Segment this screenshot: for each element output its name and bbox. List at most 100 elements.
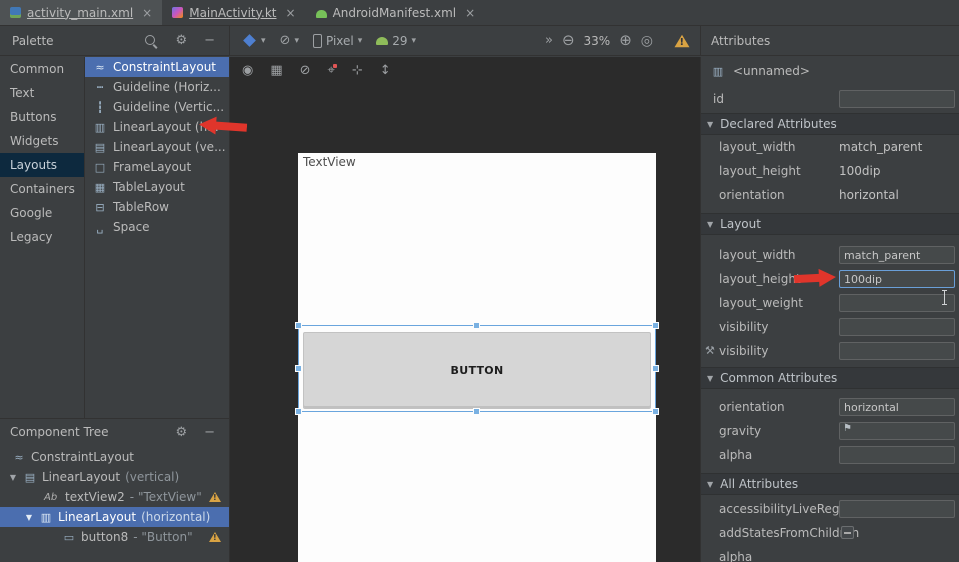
tab-androidmanifest-xml[interactable]: AndroidManifest.xml × xyxy=(306,0,486,25)
gear-icon[interactable]: ⚙ xyxy=(175,426,187,439)
alpha-input[interactable] xyxy=(839,446,955,464)
tree-item-button8[interactable]: ▭ button8 - "Button" xyxy=(0,527,229,547)
section-common-attributes[interactable]: ▼ Common Attributes xyxy=(701,367,959,389)
visibility-input[interactable] xyxy=(839,318,955,336)
attr-label: gravity xyxy=(719,419,761,443)
component-tree-header: Component Tree ⚙ − xyxy=(0,419,229,445)
selected-component-row: ▥ <unnamed> xyxy=(701,57,959,85)
design-canvas[interactable]: ◉ ▦ ⊘ ⌖ ⊹ ↕ TextView BUTTON xyxy=(230,57,700,562)
layout-weight-row: layout_weight xyxy=(701,291,959,315)
indeterminate-checkbox[interactable] xyxy=(841,526,854,539)
palette-item-constraintlayout[interactable]: ≈ ConstraintLayout xyxy=(85,57,229,77)
palette-item-guideline-horizontal[interactable]: ┅ Guideline (Horiz... xyxy=(85,77,229,97)
category-containers[interactable]: Containers xyxy=(0,177,84,201)
zoom-to-fit-icon[interactable]: ◎ xyxy=(641,34,653,48)
collapse-triangle-icon[interactable]: ▼ xyxy=(707,480,713,489)
palette-title: Palette xyxy=(12,34,54,48)
gear-icon[interactable]: ⚙ xyxy=(175,34,187,47)
resize-handle[interactable] xyxy=(473,408,480,415)
flag-icon[interactable]: ⚑ xyxy=(843,423,852,434)
search-icon[interactable] xyxy=(144,34,158,48)
tree-item-linearlayout-horizontal[interactable]: ▼ ▥ LinearLayout (horizontal) xyxy=(0,507,229,527)
category-layouts[interactable]: Layouts xyxy=(0,153,84,177)
tree-item-linearlayout-vertical[interactable]: ▼ ▤ LinearLayout (vertical) xyxy=(0,467,229,487)
canvas-textview[interactable]: TextView xyxy=(303,155,356,169)
palette-item-tablerow[interactable]: ⊟ TableRow xyxy=(85,197,229,217)
accessibility-live-region-input[interactable] xyxy=(839,500,955,518)
tree-item-constraintlayout[interactable]: ≈ ConstraintLayout xyxy=(0,447,229,467)
chevron-down-icon: ▾ xyxy=(412,36,417,46)
blueprint-icon[interactable]: ▦ xyxy=(270,64,282,77)
section-layout[interactable]: ▼ Layout xyxy=(701,213,959,235)
tab-activity-main-xml[interactable]: activity_main.xml × xyxy=(0,0,162,25)
selected-linearlayout[interactable]: BUTTON xyxy=(298,325,656,412)
resize-handle[interactable] xyxy=(652,365,659,372)
autoconnect-off-icon[interactable]: ⊘ xyxy=(300,64,311,77)
collapse-triangle-icon[interactable]: ▼ xyxy=(707,120,713,129)
category-legacy[interactable]: Legacy xyxy=(0,225,84,249)
tablelayout-icon: ▦ xyxy=(93,181,107,194)
close-icon[interactable]: × xyxy=(286,6,296,20)
collapse-triangle-icon[interactable]: ▼ xyxy=(707,374,713,383)
tree-item-suffix: - "Button" xyxy=(133,530,192,544)
id-input[interactable] xyxy=(839,90,955,108)
resize-handle[interactable] xyxy=(295,322,302,329)
tree-item-label: ConstraintLayout xyxy=(31,450,134,464)
section-title: Declared Attributes xyxy=(720,117,837,131)
layout-width-input[interactable] xyxy=(839,246,955,264)
resize-handle[interactable] xyxy=(652,408,659,415)
minimize-icon[interactable]: − xyxy=(204,426,215,439)
align-icon[interactable]: ⊹ xyxy=(352,64,363,77)
expand-arrow-icon[interactable]: ▼ xyxy=(24,513,34,522)
layout-file-icon xyxy=(10,7,21,18)
palette-item-tablelayout[interactable]: ▦ TableLayout xyxy=(85,177,229,197)
resize-handle[interactable] xyxy=(295,408,302,415)
device-screen[interactable]: TextView BUTTON xyxy=(298,153,656,562)
palette-item-space[interactable]: ␣ Space xyxy=(85,217,229,237)
expand-arrow-icon[interactable]: ▼ xyxy=(8,473,18,482)
tree-item-suffix: (vertical) xyxy=(125,470,179,484)
section-title: Common Attributes xyxy=(720,371,837,385)
orientation-input[interactable] xyxy=(839,398,955,416)
palette-item-linearlayout-vertical[interactable]: ▤ LinearLayout (ve... xyxy=(85,137,229,157)
canvas-button[interactable]: BUTTON xyxy=(303,332,651,409)
device-selector[interactable]: Pixel ▾ xyxy=(313,34,362,48)
expand-vertical-icon[interactable]: ↕ xyxy=(380,64,391,77)
view-options-icon[interactable]: ◉ xyxy=(242,64,253,77)
category-text[interactable]: Text xyxy=(0,81,84,105)
tree-item-textview2[interactable]: Ab textView2 - "TextView" xyxy=(0,487,229,507)
overflow-chevrons-icon[interactable]: » xyxy=(545,34,553,47)
tools-visibility-input[interactable] xyxy=(839,342,955,360)
category-widgets[interactable]: Widgets xyxy=(0,129,84,153)
close-icon[interactable]: × xyxy=(142,6,152,20)
section-all-attributes[interactable]: ▼ All Attributes xyxy=(701,473,959,495)
zoom-out-icon[interactable]: ⊖ xyxy=(562,33,575,48)
category-common[interactable]: Common xyxy=(0,57,84,81)
resize-handle[interactable] xyxy=(652,322,659,329)
api-selector[interactable]: 29 ▾ xyxy=(376,34,416,48)
resize-handle[interactable] xyxy=(295,365,302,372)
palette-item-label: LinearLayout (ve... xyxy=(113,140,226,154)
category-google[interactable]: Google xyxy=(0,201,84,225)
attributes-panel: ▥ <unnamed> id ▼ Declared Attributes lay… xyxy=(700,57,959,562)
minimize-icon[interactable]: − xyxy=(204,34,215,47)
theme-selector[interactable]: ⊘ ▾ xyxy=(280,34,299,47)
tab-mainactivity-kt[interactable]: MainActivity.kt × xyxy=(162,0,305,25)
resize-handle[interactable] xyxy=(473,322,480,329)
section-declared-attributes[interactable]: ▼ Declared Attributes xyxy=(701,113,959,135)
alpha-row: alpha xyxy=(701,443,959,467)
warnings-icon[interactable] xyxy=(675,34,690,47)
gravity-input[interactable] xyxy=(839,422,955,440)
palette-item-framelayout[interactable]: □ FrameLayout xyxy=(85,157,229,177)
category-buttons[interactable]: Buttons xyxy=(0,105,84,129)
zoom-in-icon[interactable]: ⊕ xyxy=(619,33,632,48)
close-icon[interactable]: × xyxy=(465,6,475,20)
warning-icon xyxy=(209,532,221,542)
layout-height-input[interactable] xyxy=(839,270,955,288)
default-margins-icon[interactable]: ⌖ xyxy=(328,64,335,77)
tools-visibility-row: ⚒ visibility xyxy=(701,339,959,363)
collapse-triangle-icon[interactable]: ▼ xyxy=(707,220,713,229)
attr-label: layout_width xyxy=(719,135,796,159)
design-surface-selector[interactable]: ▾ xyxy=(242,36,266,46)
layout-weight-input[interactable] xyxy=(839,294,955,312)
